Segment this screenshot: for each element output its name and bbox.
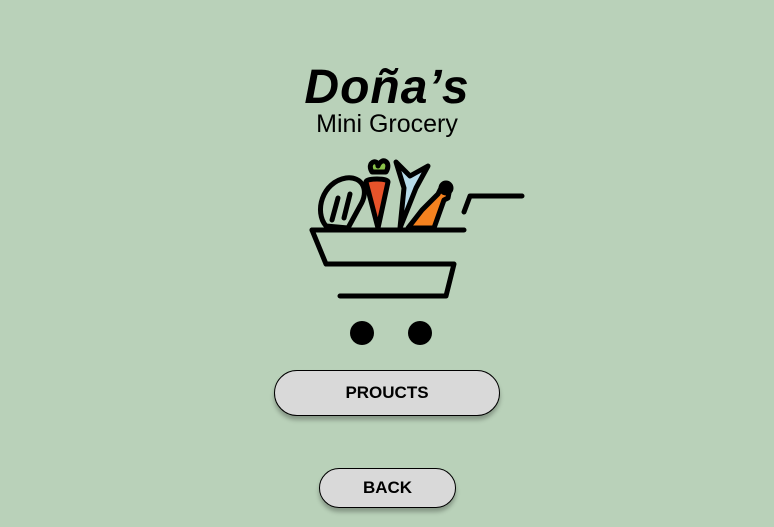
grocery-cart-icon — [309, 158, 525, 345]
back-button[interactable]: BACK — [319, 468, 456, 508]
products-button[interactable]: PROUCTS — [274, 370, 500, 416]
app-subtitle: Mini Grocery — [316, 110, 458, 138]
